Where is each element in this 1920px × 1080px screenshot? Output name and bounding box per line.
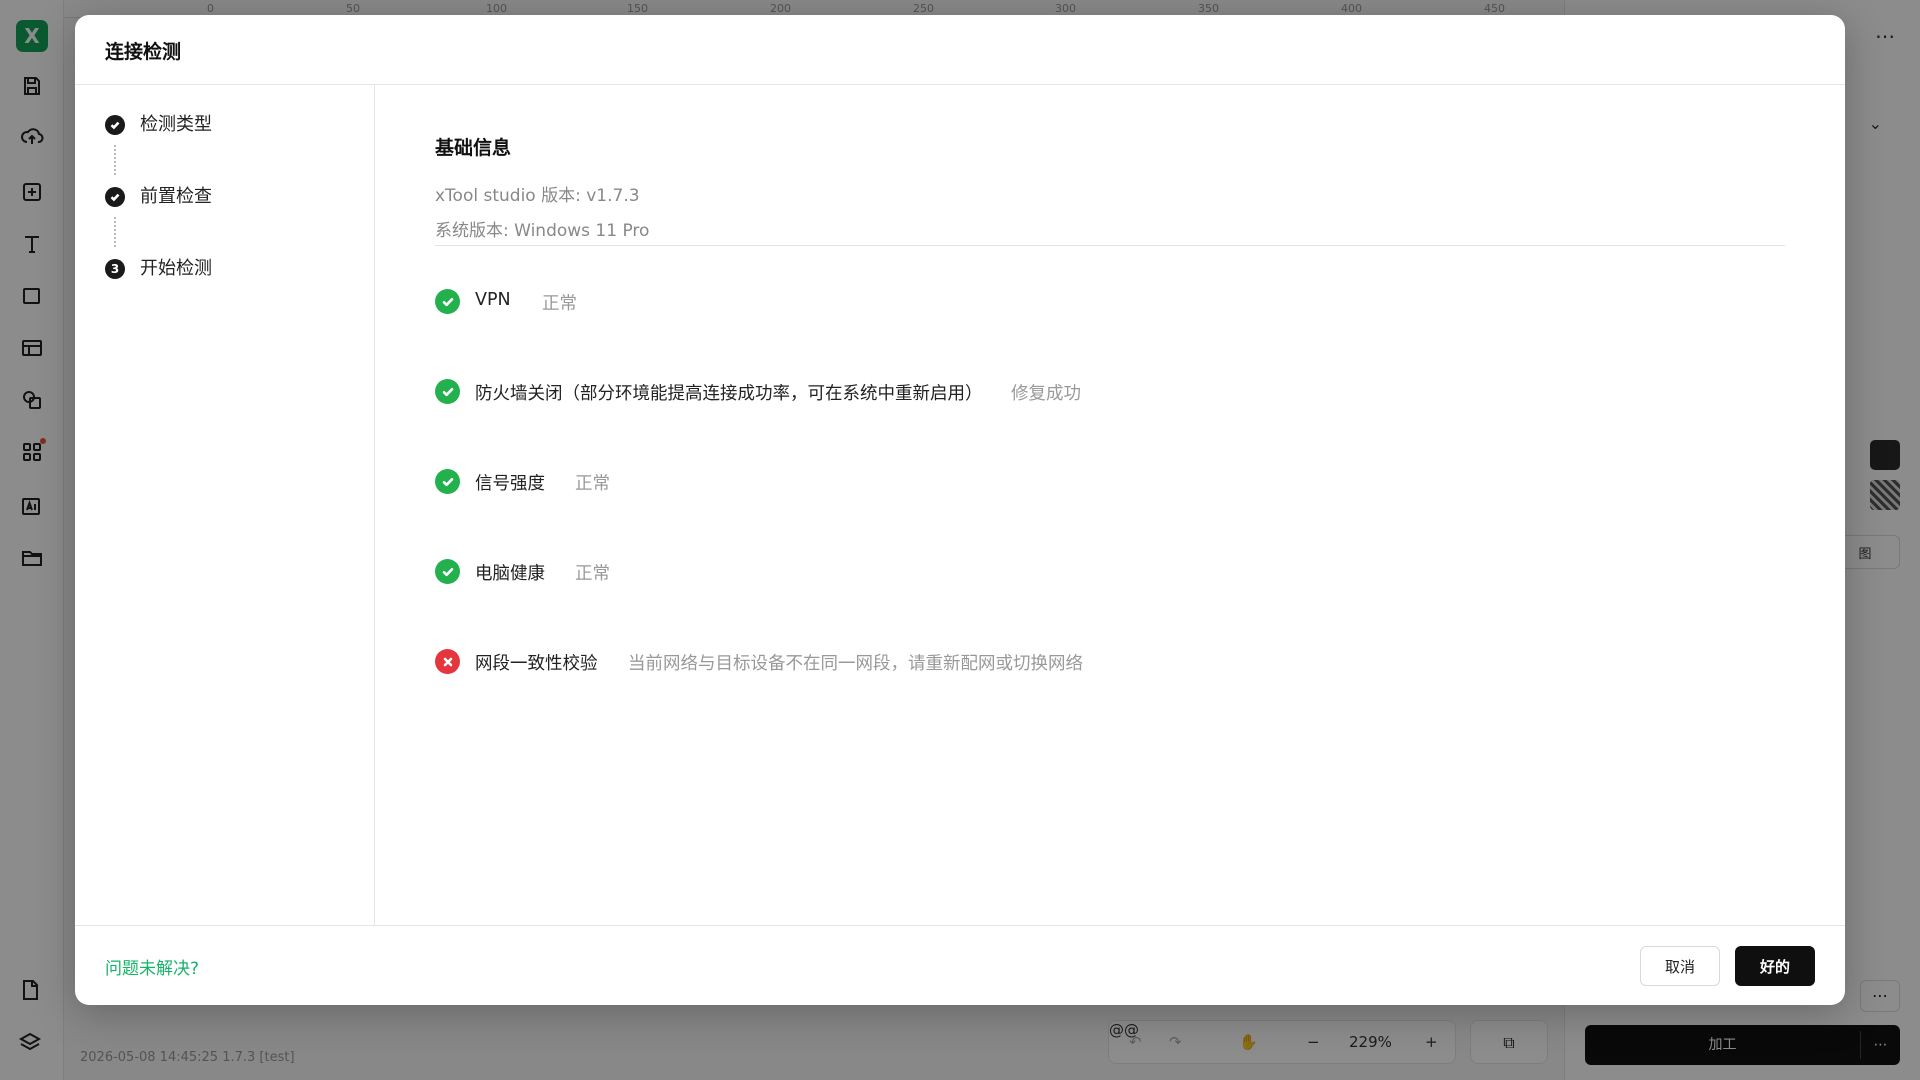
check-status: 修复成功 xyxy=(1011,384,1081,404)
step-done-icon xyxy=(105,115,125,135)
dialog-footer: 问题未解决? 取消 好的 xyxy=(75,925,1845,1005)
check-success-icon xyxy=(435,469,460,494)
connection-check-dialog: 连接检测 检测类型 前置检查 3 开始检测 基础信息 xTool studio … xyxy=(75,15,1845,1005)
cancel-button[interactable]: 取消 xyxy=(1640,946,1720,986)
check-name: VPN xyxy=(475,290,511,310)
check-name: 电脑健康 xyxy=(475,564,545,584)
problem-unsolved-link[interactable]: 问题未解决? xyxy=(105,954,199,979)
step-connector xyxy=(114,217,116,247)
steps-panel: 检测类型 前置检查 3 开始检测 xyxy=(75,85,375,925)
check-success-icon xyxy=(435,559,460,584)
ok-button[interactable]: 好的 xyxy=(1735,946,1815,986)
check-success-icon xyxy=(435,379,460,404)
dialog-title: 连接检测 xyxy=(105,41,182,63)
section-title: 基础信息 xyxy=(435,137,512,159)
step-label: 检测类型 xyxy=(140,114,212,135)
check-status: 正常 xyxy=(575,474,610,494)
check-name: 信号强度 xyxy=(475,474,545,494)
step-done-icon xyxy=(105,187,125,207)
check-status: 当前网络与目标设备不在同一网段，请重新配网或切换网络 xyxy=(628,654,1083,674)
check-results-panel: 基础信息 xTool studio 版本: v1.7.3 系统版本: Windo… xyxy=(375,85,1845,925)
step-number-badge: 3 xyxy=(105,259,125,279)
check-success-icon xyxy=(435,289,460,314)
step-label: 前置检查 xyxy=(140,186,212,207)
step-connector xyxy=(114,145,116,175)
check-name: 网段一致性校验 xyxy=(475,654,598,674)
step-label: 开始检测 xyxy=(140,258,212,279)
check-status: 正常 xyxy=(542,294,577,314)
studio-version: xTool studio 版本: v1.7.3 xyxy=(435,186,640,206)
check-status: 正常 xyxy=(575,564,610,584)
check-fail-icon xyxy=(435,649,460,674)
divider xyxy=(435,245,1785,246)
check-name: 防火墙关闭（部分环境能提高连接成功率，可在系统中重新启用） xyxy=(475,384,983,404)
system-version: 系统版本: Windows 11 Pro xyxy=(435,221,650,241)
dialog-header: 连接检测 xyxy=(75,15,1845,85)
